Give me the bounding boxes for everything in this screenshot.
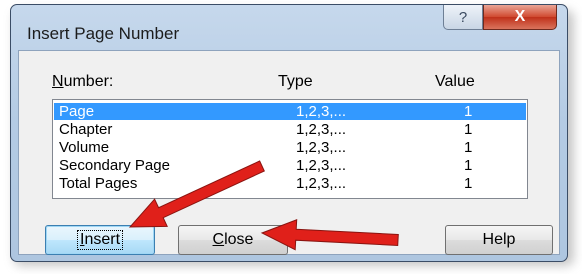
help-button[interactable]: Help <box>445 225 553 255</box>
window-close-button[interactable]: X <box>483 5 557 30</box>
question-icon: ? <box>458 8 468 26</box>
type-column-header: Type <box>278 73 313 90</box>
list-item[interactable]: Page 1,2,3,... 1 <box>54 103 526 120</box>
insert-button-label: Insert <box>76 230 124 250</box>
page-number-list[interactable]: Page 1,2,3,... 1 Chapter 1,2,3,... 1 Vol… <box>52 99 528 199</box>
list-item[interactable]: Chapter 1,2,3,... 1 <box>54 121 526 138</box>
close-button[interactable]: Close <box>178 225 288 255</box>
dialog-client-area: Number: Type Value Page 1,2,3,... 1 Chap… <box>18 50 560 255</box>
number-column-header: Number: <box>52 73 114 90</box>
list-item[interactable]: Secondary Page 1,2,3,... 1 <box>54 157 526 174</box>
insert-button[interactable]: Insert <box>45 225 155 255</box>
help-question-button[interactable]: ? <box>443 5 483 30</box>
dialog-title: Insert Page Number <box>27 24 180 43</box>
list-item[interactable]: Volume 1,2,3,... 1 <box>54 139 526 156</box>
help-button-label: Help <box>482 231 516 248</box>
close-button-label: Close <box>212 231 254 248</box>
value-column-header: Value <box>435 73 475 90</box>
insert-page-number-dialog: Insert Page Number ? X Number: Type Valu… <box>10 4 568 262</box>
close-icon: X <box>514 8 526 25</box>
list-item[interactable]: Total Pages 1,2,3,... 1 <box>54 175 526 192</box>
